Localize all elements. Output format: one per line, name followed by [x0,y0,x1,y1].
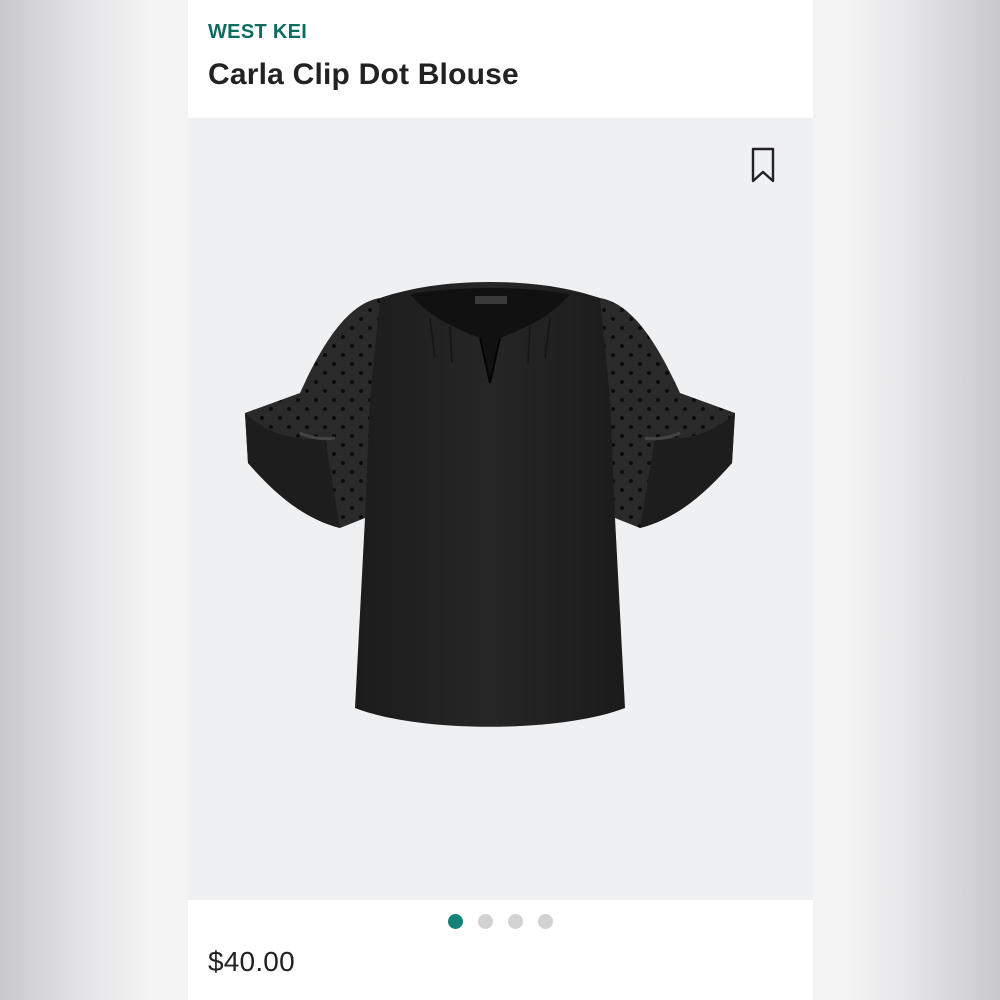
product-title: Carla Clip Dot Blouse [208,58,519,91]
product-card: WEST KEI Carla Clip Dot Blouse $40.00 [188,0,813,1000]
carousel-dot-4[interactable] [538,914,553,929]
carousel-dot-2[interactable] [478,914,493,929]
product-image [230,278,750,758]
product-price: $40.00 [208,946,295,977]
brand-name[interactable]: WEST KEI [208,21,307,44]
bookmark-icon[interactable] [749,147,777,185]
carousel-indicators [448,914,553,929]
carousel-dot-1[interactable] [448,914,463,929]
product-image-carousel[interactable] [188,118,813,900]
product-header: WEST KEI Carla Clip Dot Blouse [188,0,813,118]
carousel-dot-3[interactable] [508,914,523,929]
